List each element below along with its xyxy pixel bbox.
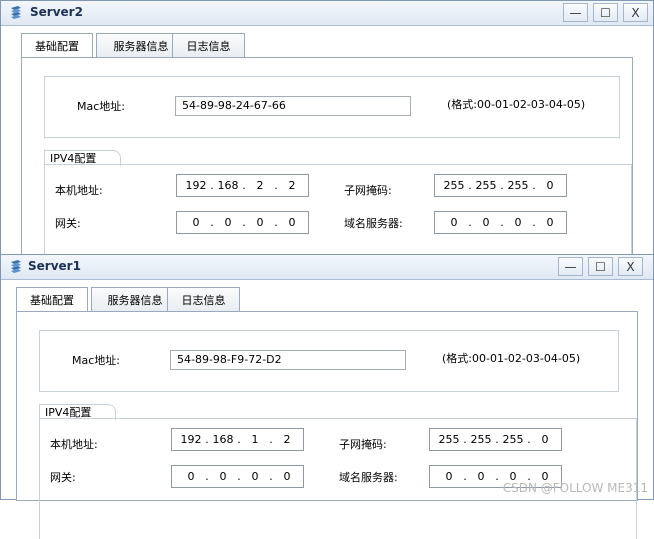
server1-titlebar[interactable]: Server1 — ☐ X <box>1 255 653 280</box>
mac-group: Mac地址: 54-89-98-F9-72-D2 (格式:00-01-02-03… <box>39 330 619 392</box>
close-button[interactable]: X <box>623 3 648 22</box>
server2-titlebar[interactable]: Server2 — ☐ X <box>1 1 653 26</box>
close-icon: X <box>631 5 640 20</box>
subnet-mask-field[interactable]: 255. 255. 255. 0 <box>429 428 562 451</box>
subnet-mask-field[interactable]: 255. 255. 255. 0 <box>434 174 567 197</box>
dns-label: 域名服务器: <box>344 217 403 230</box>
window-title: Server1 <box>28 259 81 273</box>
tab-server-info[interactable]: 服务器信息 <box>91 287 179 311</box>
maximize-icon: ☐ <box>595 259 606 274</box>
mac-format-hint: (格式:00-01-02-03-04-05) <box>447 98 586 111</box>
tab-log-info[interactable]: 日志信息 <box>167 287 240 311</box>
watermark-text: CSDN @FOLLOW ME311 <box>502 481 648 495</box>
mac-label: Mac地址: <box>77 100 125 113</box>
minimize-button[interactable]: — <box>563 3 588 22</box>
window-title: Server2 <box>30 5 83 19</box>
ip-label: 本机地址: <box>50 438 98 451</box>
gateway-label: 网关: <box>50 471 76 484</box>
mac-input[interactable]: 54-89-98-F9-72-D2 <box>170 350 406 370</box>
maximize-icon: ☐ <box>600 5 611 20</box>
maximize-button[interactable]: ☐ <box>588 257 613 276</box>
subnet-mask-label: 子网掩码: <box>344 184 392 197</box>
tab-log-info[interactable]: 日志信息 <box>172 33 245 57</box>
tab-basic-config[interactable]: 基础配置 <box>16 287 88 312</box>
mac-input[interactable]: 54-89-98-24-67-66 <box>175 96 411 116</box>
maximize-button[interactable]: ☐ <box>593 3 618 22</box>
mac-format-hint: (格式:00-01-02-03-04-05) <box>442 352 581 365</box>
minimize-icon: — <box>569 5 582 20</box>
dns-label: 域名服务器: <box>339 471 398 484</box>
ip-address-field[interactable]: 192. 168. 1. 2 <box>171 428 304 451</box>
server-app-icon <box>11 260 21 273</box>
server2-window: Server2 — ☐ X 基础配置 服务器信息 日志信息 Mac地址: 54-… <box>0 0 654 285</box>
mac-label: Mac地址: <box>72 354 120 367</box>
gateway-field[interactable]: 0. 0. 0. 0 <box>176 211 309 234</box>
server-app-icon <box>11 6 21 19</box>
ip-label: 本机地址: <box>55 184 103 197</box>
subnet-mask-label: 子网掩码: <box>339 438 387 451</box>
dns-server-field[interactable]: 0. 0. 0. 0 <box>434 211 567 234</box>
close-icon: X <box>626 259 635 274</box>
minimize-icon: — <box>564 259 577 274</box>
ip-address-field[interactable]: 192. 168. 2. 2 <box>176 174 309 197</box>
gateway-field[interactable]: 0. 0. 0. 0 <box>171 465 304 488</box>
minimize-button[interactable]: — <box>558 257 583 276</box>
basic-config-panel: Mac地址: 54-89-98-F9-72-D2 (格式:00-01-02-03… <box>16 311 638 539</box>
tab-basic-config[interactable]: 基础配置 <box>21 33 93 58</box>
server1-window: Server1 — ☐ X 基础配置 服务器信息 日志信息 Mac地址: 54-… <box>0 254 654 539</box>
mac-group: Mac地址: 54-89-98-24-67-66 (格式:00-01-02-03… <box>44 76 620 138</box>
basic-config-panel: Mac地址: 54-89-98-24-67-66 (格式:00-01-02-03… <box>21 57 633 285</box>
gateway-label: 网关: <box>55 217 81 230</box>
close-button[interactable]: X <box>618 257 643 276</box>
